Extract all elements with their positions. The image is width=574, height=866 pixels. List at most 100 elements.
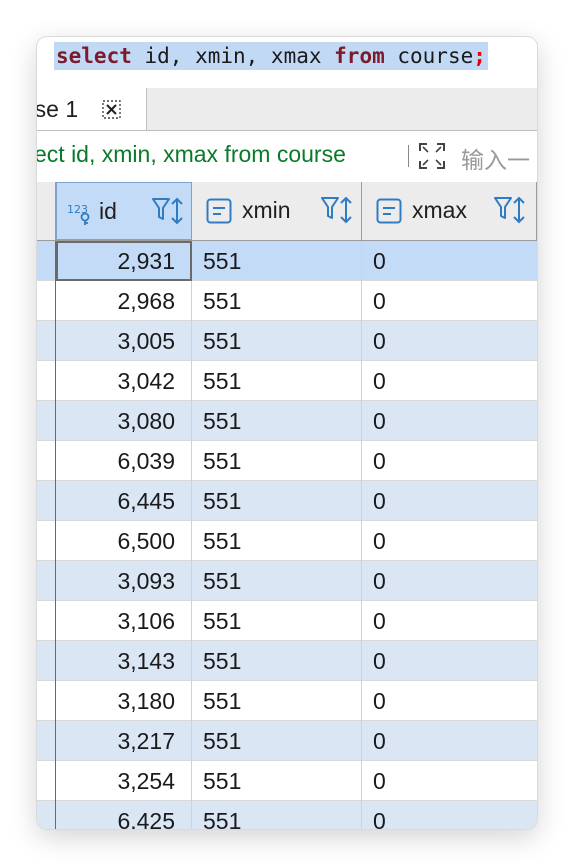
row-number-cell[interactable] <box>37 641 56 681</box>
column-header-xmin[interactable]: xmin <box>192 182 362 240</box>
cell-xmax[interactable]: 0 <box>362 241 537 281</box>
cell-xmax[interactable]: 0 <box>362 561 537 601</box>
cell-xmin[interactable]: 551 <box>192 241 362 281</box>
table-row[interactable]: 3,217 551 0 <box>37 721 537 761</box>
cell-xmax[interactable]: 0 <box>362 641 537 681</box>
table-row[interactable]: 3,106 551 0 <box>37 601 537 641</box>
table-row[interactable]: 6,039 551 0 <box>37 441 537 481</box>
cell-xmin[interactable]: 551 <box>192 721 362 761</box>
query-text: ect id, xmin, xmax from course <box>37 141 346 167</box>
table-row[interactable]: 6,425 551 0 <box>37 801 537 829</box>
cell-xmax[interactable]: 0 <box>362 321 537 361</box>
column-label-xmin: xmin <box>242 197 291 223</box>
cell-xmax[interactable]: 0 <box>362 401 537 441</box>
cell-id[interactable]: 6,500 <box>56 521 192 561</box>
cell-id[interactable]: 3,217 <box>56 721 192 761</box>
app-window: select id, xmin, xmax from course; rse 1… <box>37 37 537 829</box>
cell-id[interactable]: 3,254 <box>56 761 192 801</box>
filter-sort-icon[interactable] <box>151 195 187 227</box>
cell-xmax[interactable]: 0 <box>362 761 537 801</box>
cell-xmin[interactable]: 551 <box>192 601 362 641</box>
cell-xmax[interactable]: 0 <box>362 481 537 521</box>
cell-id[interactable]: 6,425 <box>56 801 192 829</box>
table-row[interactable]: 3,080 551 0 <box>37 401 537 441</box>
column-label-xmax: xmax <box>412 197 467 223</box>
cell-id[interactable]: 6,445 <box>56 481 192 521</box>
cell-id[interactable]: 2,968 <box>56 281 192 321</box>
cell-xmin[interactable]: 551 <box>192 761 362 801</box>
numeric-key-icon: 123 <box>67 203 90 225</box>
row-number-cell[interactable] <box>37 401 56 441</box>
cell-id[interactable]: 2,931 <box>56 241 192 281</box>
tab-result[interactable]: rse 1 <box>37 88 147 130</box>
cell-xmin[interactable]: 551 <box>192 801 362 829</box>
table-row[interactable]: 6,445 551 0 <box>37 481 537 521</box>
table-row[interactable]: 3,180 551 0 <box>37 681 537 721</box>
row-number-cell[interactable] <box>37 681 56 721</box>
sql-editor[interactable]: select id, xmin, xmax from course; <box>37 37 537 77</box>
filter-sort-icon[interactable] <box>320 194 356 226</box>
close-icon[interactable] <box>102 100 121 119</box>
row-number-cell[interactable] <box>37 801 56 829</box>
column-label-id: id <box>99 198 117 224</box>
grid-rows: 2,931 551 0 2,968 551 0 3,005 551 0 3,042 551 0 3,08… <box>37 241 537 829</box>
cell-id[interactable]: 3,143 <box>56 641 192 681</box>
text-type-icon <box>376 198 402 224</box>
cell-id[interactable]: 3,042 <box>56 361 192 401</box>
sql-semicolon: ; <box>473 44 486 68</box>
cell-id[interactable]: 3,106 <box>56 601 192 641</box>
cell-xmin[interactable]: 551 <box>192 441 362 481</box>
cell-xmax[interactable]: 0 <box>362 601 537 641</box>
cell-id[interactable]: 3,180 <box>56 681 192 721</box>
table-row[interactable]: 3,143 551 0 <box>37 641 537 681</box>
row-number-cell[interactable] <box>37 481 56 521</box>
row-number-cell[interactable] <box>37 241 56 281</box>
row-number-cell[interactable] <box>37 361 56 401</box>
column-header-xmax[interactable]: xmax <box>362 182 537 240</box>
row-number-cell[interactable] <box>37 561 56 601</box>
cell-xmin[interactable]: 551 <box>192 481 362 521</box>
row-number-cell[interactable] <box>37 321 56 361</box>
column-header-id[interactable]: 123 id <box>56 182 192 240</box>
table-row[interactable]: 3,042 551 0 <box>37 361 537 401</box>
table-row[interactable]: 2,968 551 0 <box>37 281 537 321</box>
table-row[interactable]: 3,093 551 0 <box>37 561 537 601</box>
row-number-cell[interactable] <box>37 721 56 761</box>
cell-xmax[interactable]: 0 <box>362 281 537 321</box>
sql-columns: id, xmin, xmax <box>131 44 335 68</box>
table-row[interactable]: 3,254 551 0 <box>37 761 537 801</box>
cell-xmin[interactable]: 551 <box>192 521 362 561</box>
cell-xmax[interactable]: 0 <box>362 801 537 829</box>
cell-xmax[interactable]: 0 <box>362 521 537 561</box>
cell-id[interactable]: 3,005 <box>56 321 192 361</box>
cell-xmax[interactable]: 0 <box>362 681 537 721</box>
cell-xmin[interactable]: 551 <box>192 681 362 721</box>
cell-id[interactable]: 6,039 <box>56 441 192 481</box>
cell-xmin[interactable]: 551 <box>192 561 362 601</box>
cell-xmin[interactable]: 551 <box>192 641 362 681</box>
grid-header: 123 id xmin xmax <box>37 182 537 241</box>
row-number-cell[interactable] <box>37 281 56 321</box>
cell-xmax[interactable]: 0 <box>362 441 537 481</box>
cell-xmin[interactable]: 551 <box>192 321 362 361</box>
cell-xmin[interactable]: 551 <box>192 361 362 401</box>
sql-keyword-select: select <box>56 44 132 68</box>
filter-input[interactable]: 输入一 <box>461 141 530 175</box>
filter-sort-icon[interactable] <box>493 194 529 226</box>
row-number-cell[interactable] <box>37 441 56 481</box>
table-row[interactable]: 2,931 551 0 <box>37 241 537 281</box>
table-row[interactable]: 6,500 551 0 <box>37 521 537 561</box>
table-row[interactable]: 3,005 551 0 <box>37 321 537 361</box>
cell-xmax[interactable]: 0 <box>362 721 537 761</box>
sql-statement-line[interactable]: select id, xmin, xmax from course; <box>54 42 488 70</box>
cell-xmin[interactable]: 551 <box>192 401 362 441</box>
row-number-header <box>37 182 56 240</box>
cell-id[interactable]: 3,080 <box>56 401 192 441</box>
cell-id[interactable]: 3,093 <box>56 561 192 601</box>
cell-xmax[interactable]: 0 <box>362 361 537 401</box>
row-number-cell[interactable] <box>37 521 56 561</box>
cell-xmin[interactable]: 551 <box>192 281 362 321</box>
row-number-cell[interactable] <box>37 761 56 801</box>
row-number-cell[interactable] <box>37 601 56 641</box>
expand-icon[interactable] <box>417 141 447 171</box>
